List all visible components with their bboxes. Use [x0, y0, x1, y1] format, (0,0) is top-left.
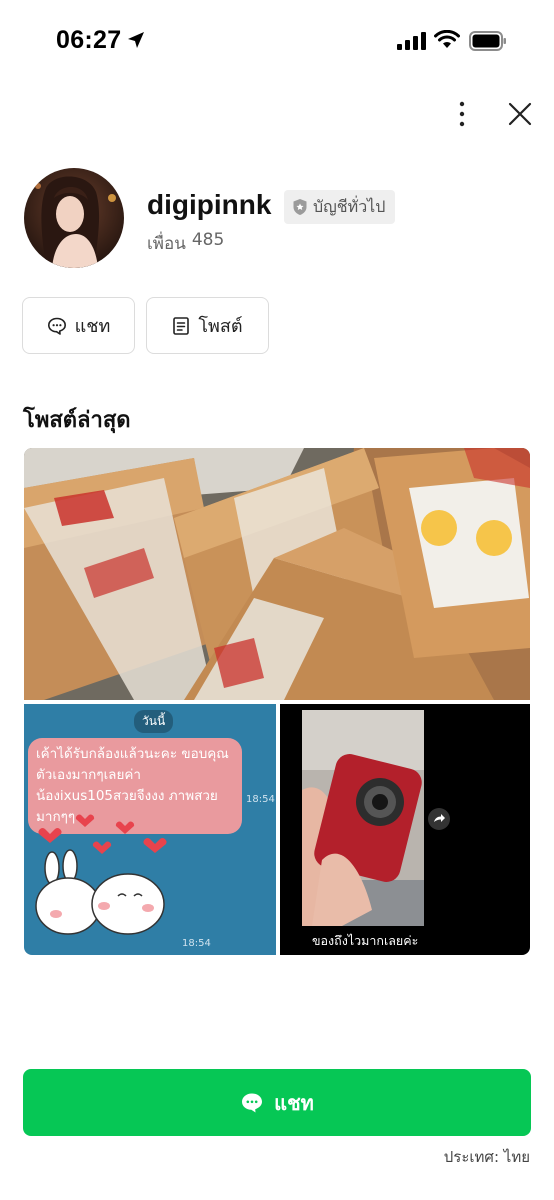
profile-name: digipinnk — [147, 189, 272, 220]
wifi-icon — [434, 30, 460, 48]
avatar[interactable] — [24, 168, 124, 268]
post-parcel-photo[interactable] — [24, 448, 530, 700]
main-chat-button[interactable]: แชท — [23, 1069, 531, 1136]
more-vertical-icon — [459, 101, 465, 127]
chat-button[interactable]: แชท — [22, 297, 135, 354]
share-icon[interactable] — [428, 808, 450, 830]
latest-posts-title: โพสต์ล่าสุด — [23, 408, 131, 433]
parcel-boxes-image — [24, 448, 530, 700]
badge-label: บัญชีทั่วไป — [313, 196, 386, 216]
post-camera-photo[interactable]: ของถึงไวมากเลยค่ะ — [280, 704, 530, 955]
post-chat-screenshot[interactable]: วันนี้ เค้าได้รับกล้องแล้วนะคะ ขอบคุณตัว… — [24, 704, 276, 955]
friends-number: 485 — [191, 230, 225, 250]
cellular-signal-icon — [397, 32, 426, 50]
bunny-sticker-icon — [35, 814, 167, 935]
shield-icon — [293, 199, 307, 215]
close-button[interactable] — [504, 98, 536, 130]
account-type-badge: บัญชีทั่วไป — [284, 190, 396, 224]
location-arrow-icon — [128, 32, 144, 48]
chat-message-time: 18:54 — [246, 794, 275, 805]
document-icon — [173, 316, 190, 335]
chat-date-pill: วันนี้ — [134, 710, 174, 733]
post-button-label: โพสต์ — [198, 316, 243, 337]
country-label: ประเทศ: ไทย — [443, 1148, 530, 1166]
more-options-button[interactable] — [446, 98, 478, 130]
status-bar: 06:27 — [0, 0, 554, 84]
chat-button-label: แชท — [74, 316, 111, 337]
post-button[interactable]: โพสต์ — [146, 297, 269, 354]
chat-bubble-icon — [47, 317, 66, 335]
camera-caption: ของถึงไวมากเลยค่ะ — [304, 928, 427, 954]
battery-full-icon — [469, 31, 506, 51]
sticker-time: 18:54 — [182, 938, 211, 949]
chat-bubble-icon — [242, 1093, 263, 1112]
red-camera-image — [302, 710, 424, 926]
close-icon — [508, 102, 532, 126]
friends-count: เพื่อน 485 — [147, 230, 224, 257]
status-time: 06:27 — [56, 26, 122, 54]
friends-label: เพื่อน — [147, 234, 186, 254]
main-chat-button-label: แชท — [274, 1090, 314, 1115]
